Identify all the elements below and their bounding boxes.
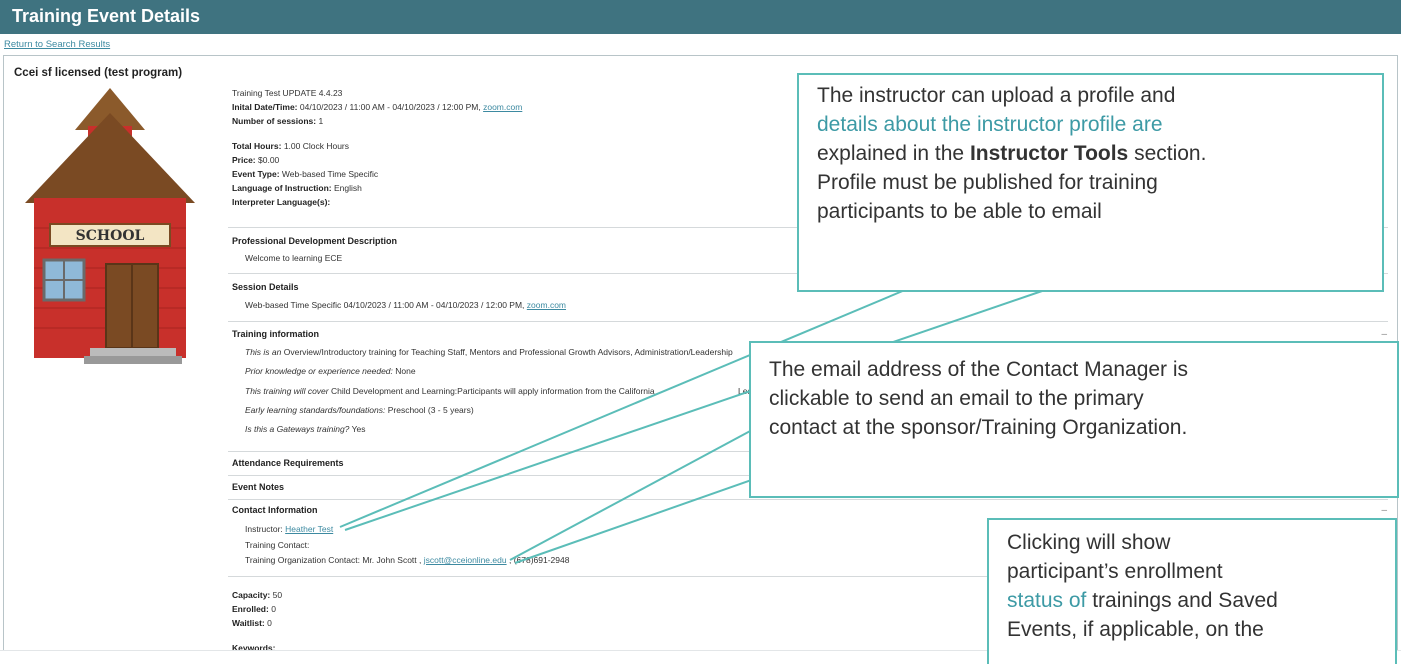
pd-text: Welcome to learning ECE	[245, 253, 343, 263]
program-name: Ccei sf licensed (test program)	[14, 67, 183, 79]
page-title: Training Event Details	[12, 6, 201, 26]
training-info-line: Is this a Gateways training? Yes	[245, 424, 366, 434]
divider	[228, 321, 1388, 322]
collapse-icon[interactable]: –	[1381, 505, 1387, 516]
attendance-heading: Attendance Requirements	[232, 458, 344, 468]
training-info-line: Early learning standards/foundations: Pr…	[245, 405, 474, 415]
session-text: Web-based Time Specific 04/10/2023 / 11:…	[245, 300, 567, 310]
total-hours: Total Hours: 1.00 Clock Hours	[232, 141, 350, 151]
return-to-search-link[interactable]: Return to Search Results	[4, 39, 110, 50]
language: Language of Instruction: English	[232, 183, 362, 193]
contact-heading: Contact Information	[232, 505, 318, 515]
org-contact-line: Training Organization Contact: Mr. John …	[245, 555, 570, 565]
session-zoom-link[interactable]: zoom.com	[527, 300, 566, 310]
header-bar: Training Event Details	[0, 0, 1401, 34]
waitlist: Waitlist: 0	[232, 618, 272, 628]
enrollment-status-callout: Clicking will show participant’s enrollm…	[987, 518, 1397, 664]
divider	[228, 499, 1388, 500]
capacity: Capacity: 50	[232, 590, 283, 600]
training-contact: Training Contact:	[245, 540, 310, 550]
event-type: Event Type: Web-based Time Specific	[232, 169, 379, 179]
event-title: Training Test UPDATE 4.4.23	[232, 88, 343, 98]
enrolled: Enrolled: 0	[232, 604, 276, 614]
org-email-link[interactable]: jscott@cceionline.edu	[424, 555, 507, 565]
training-info-line: This training will cover Child Developme…	[245, 386, 655, 396]
interpreter-language: Interpreter Language(s):	[232, 197, 331, 207]
training-info-line: Prior knowledge or experience needed: No…	[245, 366, 416, 376]
pd-heading: Professional Development Description	[232, 236, 398, 246]
event-notes-heading: Event Notes	[232, 482, 285, 492]
training-info-line: This is an Overview/Introductory trainin…	[245, 347, 733, 357]
zoom-link[interactable]: zoom.com	[483, 102, 522, 112]
contact-email-callout: The email address of the Contact Manager…	[749, 341, 1399, 498]
training-info-heading: Training information	[232, 329, 319, 339]
school-sign: SCHOOL	[76, 228, 145, 244]
collapse-icon[interactable]: –	[1381, 329, 1387, 340]
price: Price: $0.00	[232, 155, 280, 165]
sessions-count: Number of sessions: 1	[232, 116, 324, 126]
instructor-profile-callout: The instructor can upload a profile and …	[797, 73, 1384, 292]
instructor-link[interactable]: Heather Test	[285, 524, 333, 534]
session-heading: Session Details	[232, 282, 299, 292]
initial-datetime: Inital Date/Time: 04/10/2023 / 11:00 AM …	[232, 102, 523, 112]
instructor-line: Instructor: Heather Test	[245, 524, 334, 534]
schoolhouse-image: SCHOOL	[25, 88, 195, 364]
